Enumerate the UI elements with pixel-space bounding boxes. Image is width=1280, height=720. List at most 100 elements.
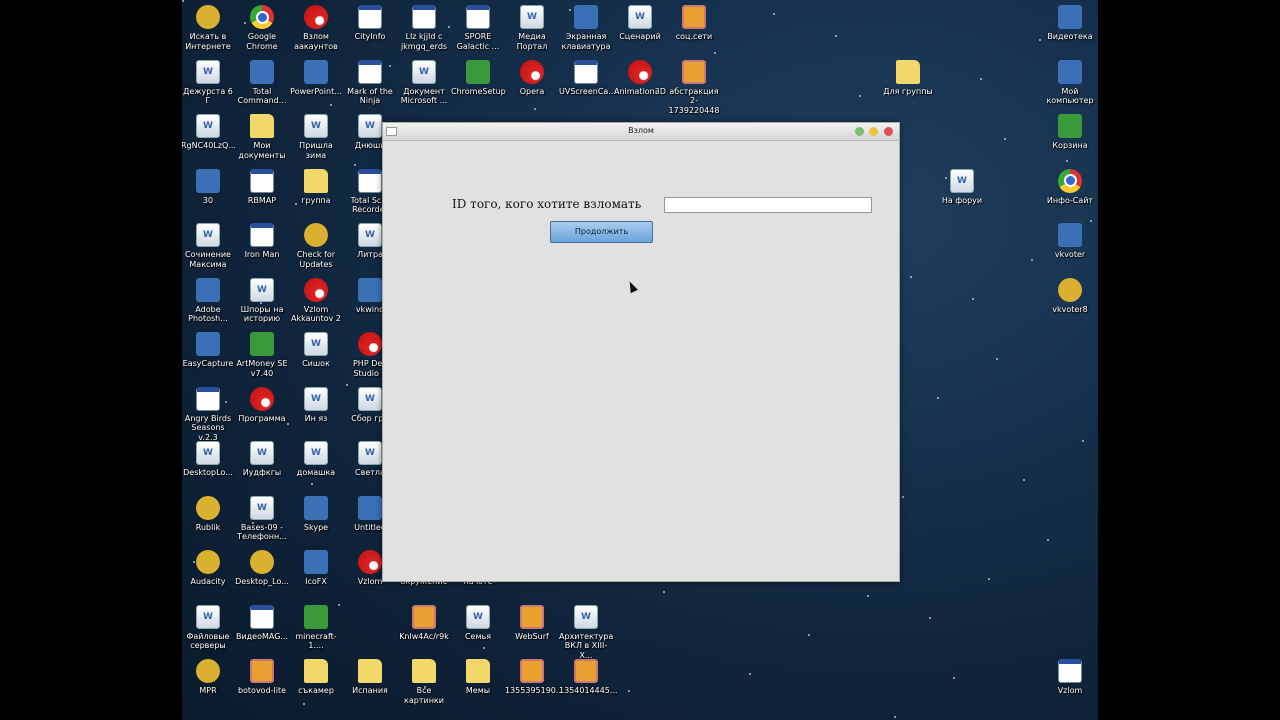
desktop-icon[interactable]: Audacity [182,550,235,587]
continue-button[interactable]: Продолжить [550,221,653,243]
desktop-icon[interactable]: Программа [235,386,289,424]
desktop-icon[interactable]: W DesktopLo... [182,441,235,478]
desktop-icon[interactable]: Knlw4Ac/r9k [397,604,451,642]
img-icon [574,659,598,683]
desktop-icon[interactable]: Испания [343,659,397,696]
desktop-icon[interactable]: Desktop_Lo... [235,550,289,587]
desktop-icon-label: Инфо-Сайт [1046,195,1094,205]
desktop-icon[interactable]: съкамер [289,659,343,696]
desktop-icon[interactable]: UVScreenCa... [559,59,616,97]
desktop-icon[interactable]: Animation3D [613,59,667,97]
desktop-icon[interactable]: Видеотека [1043,5,1097,42]
desktop-icon[interactable]: Google Chrome [235,5,289,51]
desktop-icon[interactable]: Мемы [451,659,505,696]
desktop-icon[interactable]: W RgNC40LzQ... [182,114,236,151]
desktop-icon[interactable]: W Документ Microsoft ... [397,59,451,106]
desktop-icon[interactable]: Экранная клавиатура [559,5,613,51]
desktop-icon[interactable]: Llz kjjld c jkmgq_erds [397,5,451,51]
desktop-icon[interactable]: W Файловые серверы [182,604,235,651]
desktop-icon[interactable]: MPR [182,659,235,696]
doc-icon: W [304,114,328,138]
desktop-icon[interactable]: W Bases-09 - Телефонн... [235,495,289,542]
desktop-icon[interactable]: Мой компьютер [1043,59,1097,106]
desktop-icon[interactable]: W Шпоры на историю [235,277,289,324]
star [988,578,990,580]
doc-icon: W [304,332,328,356]
gold-icon [196,495,220,520]
desktop-icon[interactable]: ВидеоMAG... [235,604,289,642]
desktop-icon[interactable]: Корзина [1043,114,1097,151]
maximize-button[interactable] [869,127,878,136]
desktop-icon-label: DesktopLo... [183,468,233,477]
desktop-icon[interactable]: WebSurf [505,604,559,642]
star [354,164,356,166]
desktop-icon[interactable]: botovod-lite [235,659,289,696]
desktop-icon[interactable]: RBMAP [235,168,289,206]
desktop-icon-label: 30 [202,195,214,205]
desktop-icon[interactable]: W Медиа Портал [505,5,559,51]
id-input[interactable] [664,197,872,213]
green-icon [250,332,274,356]
desktop-icon[interactable]: группа [289,168,343,206]
desktop-icon[interactable]: Vzlom Akkauntov 2 [289,277,343,324]
minimize-button[interactable] [855,127,864,136]
close-button[interactable] [884,127,893,136]
desktop-icon[interactable]: соц.сети [667,5,721,42]
desktop-icon[interactable]: IcoFX [289,550,343,587]
desktop-icon[interactable]: Adobe Photosh... [182,277,235,324]
blue-icon [196,168,220,193]
desktop-icon[interactable]: Iron Man [235,223,289,260]
desktop-icon[interactable]: 1355395190... [505,659,564,696]
desktop-icon[interactable]: Мои документы [235,114,289,160]
window-titlebar[interactable]: Взлом [383,123,899,141]
desktop-icon[interactable]: Opera [505,59,559,97]
desktop-icon[interactable]: ArtMoney SE v7.40 [235,332,289,378]
desktop-icon[interactable]: Искать в Интернете [182,5,235,51]
desktop-icon[interactable]: Vzlom [1043,659,1097,696]
star [483,647,485,649]
desktop-icon[interactable]: W Семья [451,604,505,642]
desktop-icon[interactable]: 1354014445... [559,659,618,696]
star [1031,259,1033,261]
desktop-icon[interactable]: minecraft-1.... [289,604,343,651]
desktop-icon[interactable]: ChromeSetup [451,59,506,97]
desktop-icon[interactable]: Rublik [182,495,235,533]
desktop-icon[interactable]: Skype [289,495,343,533]
desktop-icon[interactable]: vkvoter [1043,223,1097,260]
desktop-icon[interactable]: W Сишок [289,332,343,369]
desktop-icon[interactable]: абстракция 2-1739220448 [667,59,721,116]
folder-icon [358,659,382,683]
desktop-icon[interactable]: vkvoter8 [1043,277,1097,315]
desktop-icon[interactable]: CityInfo [343,5,397,42]
win-icon [412,5,436,29]
blue-icon [358,277,382,302]
desktop-icon[interactable]: Для группы [881,59,935,97]
desktop-icon[interactable]: W Пришла зима [289,114,343,160]
star [910,276,912,278]
desktop-icon[interactable]: Check for Updates [289,223,343,269]
desktop-icon[interactable]: W На форуи [935,168,989,206]
desktop-icon-label: Ин яз [304,413,328,423]
desktop-icon[interactable]: W Сочинение Максима [182,223,235,269]
desktop-icon-label: Взлом аакаунтов [294,32,338,51]
desktop-icon[interactable]: Взлом аакаунтов [289,5,343,51]
desktop-icon[interactable]: SPORE Galactic ... [451,5,505,51]
desktop-icon[interactable]: W Сценарий [613,5,667,42]
desktop-icon[interactable]: Total Command... [235,59,289,106]
desktop-icon[interactable]: W Архитектура ВКЛ в XIII-X... [559,604,613,661]
desktop-icon[interactable]: Все картинки [397,659,451,705]
desktop-icon[interactable]: PowerPoint... [289,59,343,97]
desktop-icon-label: Шпоры на историю [240,304,284,324]
desktop-icon[interactable]: 30 [182,168,235,206]
desktop-icon[interactable]: Angry Birds Seasons v.2.3 [182,386,235,443]
desktop-icon[interactable]: Инфо-Сайт [1043,168,1097,206]
desktop-icon-label: Корзина [1052,141,1088,150]
desktop-icon[interactable]: Wдомашка [289,441,343,478]
desktop-icon[interactable]: W Ин яз [289,386,343,424]
desktop-icon-label: Сишок [302,359,330,368]
desktop-icon[interactable]: EasyCapture [182,332,235,369]
desktop-icon[interactable]: W Иудфкгы [235,441,289,478]
desktop-icon[interactable]: W Дежурста 6 Г [182,59,235,106]
star [287,423,289,425]
desktop-icon[interactable]: Mark of the Ninja [343,59,397,106]
